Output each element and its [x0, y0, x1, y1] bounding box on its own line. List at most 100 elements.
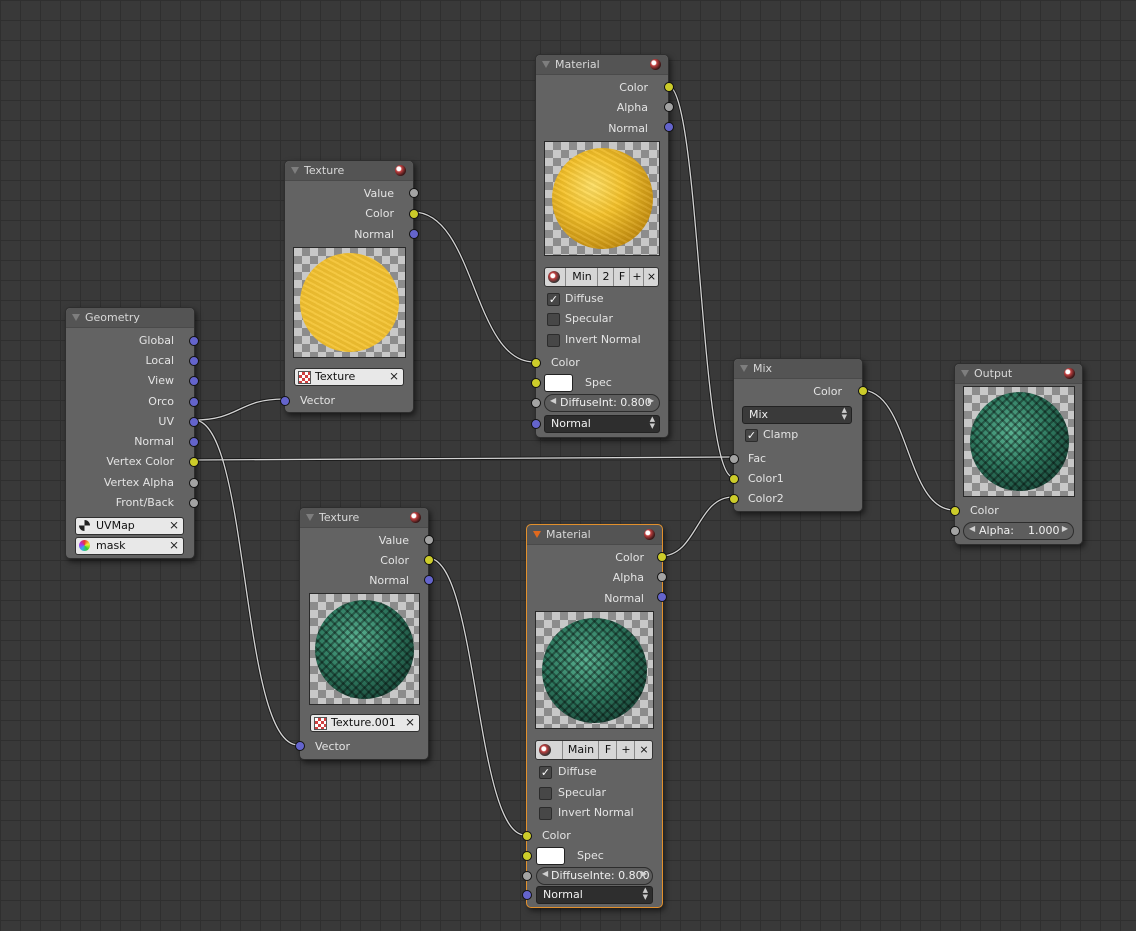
collapse-triangle-icon[interactable] [740, 365, 748, 372]
socket-front-back[interactable] [189, 498, 199, 508]
socket-alpha-input[interactable] [950, 526, 960, 536]
invert-normal-checkbox[interactable] [547, 334, 560, 347]
collapse-triangle-icon[interactable] [961, 370, 969, 377]
normal-dropdown[interactable]: Normal ▲ ▼ [544, 415, 660, 433]
output-label: Alpha [612, 571, 644, 584]
socket-vector-input[interactable] [295, 741, 305, 751]
socket-alpha[interactable] [664, 102, 674, 112]
socket-normal[interactable] [189, 437, 199, 447]
socket-color[interactable] [424, 555, 434, 565]
texture-node[interactable]: Texture Value Color Normal Texture ⨯ Vec… [280, 160, 419, 413]
socket-normal-input[interactable] [531, 419, 541, 429]
spec-color-swatch[interactable] [536, 847, 565, 865]
material-datablock-toolbar[interactable]: Main F + ⨯ [535, 740, 653, 760]
socket-fac-input[interactable] [729, 454, 739, 464]
socket-normal-input[interactable] [522, 890, 532, 900]
diffuse-intensity-field[interactable]: ◀ DiffuseInt: 0.800 ▶ [544, 394, 660, 412]
specular-checkbox[interactable] [539, 787, 552, 800]
node-preview-toggle-icon[interactable] [650, 59, 661, 70]
socket-color2-input[interactable] [729, 494, 739, 504]
socket-normal[interactable] [424, 575, 434, 585]
mix-node-header[interactable]: Mix [734, 359, 862, 379]
diffuse-intensity-field[interactable]: ◀ DiffuseInte: 0.800 ▶ [536, 867, 653, 885]
blend-mode-dropdown[interactable]: Mix ▲ ▼ [742, 406, 852, 424]
collapse-triangle-icon[interactable] [291, 167, 299, 174]
texture-node-2[interactable]: Texture Value Color Normal Texture.001 ⨯… [295, 507, 434, 760]
add-icon[interactable]: + [629, 268, 644, 286]
diffuse-checkbox[interactable]: ✓ [539, 766, 552, 779]
normal-dropdown[interactable]: Normal ▲ ▼ [536, 886, 653, 904]
socket-orco[interactable] [189, 397, 199, 407]
node-preview-toggle-icon[interactable] [410, 512, 421, 523]
material-node-header[interactable]: Material [527, 525, 662, 545]
node-preview-toggle-icon[interactable] [395, 165, 406, 176]
socket-view[interactable] [189, 376, 199, 386]
close-icon[interactable]: ⨯ [405, 715, 415, 729]
material-name[interactable]: Main [562, 741, 599, 759]
material-icon[interactable] [548, 271, 560, 283]
spec-color-swatch[interactable] [544, 374, 573, 392]
fake-user-button[interactable]: F [598, 741, 617, 759]
socket-diffuse-input[interactable] [522, 871, 532, 881]
geometry-node[interactable]: Geometry Global Local View Orco UV Norma… [65, 307, 199, 559]
socket-value[interactable] [424, 535, 434, 545]
close-icon[interactable]: ⨯ [634, 741, 653, 759]
socket-spec-input[interactable] [531, 378, 541, 388]
socket-vector-input[interactable] [280, 396, 290, 406]
uv-map-field[interactable]: UVMap ⨯ [75, 517, 184, 535]
close-icon[interactable]: ⨯ [169, 518, 179, 532]
node-preview-toggle-icon[interactable] [1064, 368, 1075, 379]
socket-normal[interactable] [664, 122, 674, 132]
texture-datablock-field[interactable]: Texture ⨯ [294, 368, 404, 386]
socket-normal[interactable] [657, 592, 667, 602]
diffuse-checkbox[interactable]: ✓ [547, 293, 560, 306]
texture-datablock-field[interactable]: Texture.001 ⨯ [310, 714, 420, 732]
texture-node-header[interactable]: Texture [285, 161, 413, 181]
socket-color-input[interactable] [522, 831, 532, 841]
socket-color[interactable] [858, 386, 868, 396]
clamp-checkbox[interactable]: ✓ [745, 429, 758, 442]
close-icon[interactable]: ⨯ [389, 369, 399, 383]
collapse-triangle-icon[interactable] [533, 531, 541, 538]
socket-spec-input[interactable] [522, 851, 532, 861]
socket-vertex-color[interactable] [189, 457, 199, 467]
socket-uv[interactable] [189, 417, 199, 427]
material-node[interactable]: Material Color Alpha Normal Min 2 F + ⨯ … [531, 54, 674, 438]
node-preview-toggle-icon[interactable] [644, 529, 655, 540]
socket-vertex-alpha[interactable] [189, 478, 199, 488]
vertex-color-field[interactable]: mask ⨯ [75, 537, 184, 555]
socket-color[interactable] [409, 209, 419, 219]
mix-node[interactable]: Mix Color Mix ▲ ▼ ✓ Clamp Fac Color1 Colo… [729, 358, 868, 512]
collapse-triangle-icon[interactable] [306, 514, 314, 521]
socket-local[interactable] [189, 356, 199, 366]
texture-node-header[interactable]: Texture [300, 508, 428, 528]
socket-color-input[interactable] [531, 358, 541, 368]
material-node-header[interactable]: Material [536, 55, 668, 75]
user-count[interactable]: 2 [597, 268, 614, 286]
socket-normal[interactable] [409, 229, 419, 239]
socket-value[interactable] [409, 188, 419, 198]
geometry-node-header[interactable]: Geometry [66, 308, 194, 328]
output-node-header[interactable]: Output [955, 364, 1082, 384]
add-icon[interactable]: + [616, 741, 635, 759]
close-icon[interactable]: ⨯ [169, 538, 179, 552]
collapse-triangle-icon[interactable] [72, 314, 80, 321]
socket-alpha[interactable] [657, 572, 667, 582]
material-node-active[interactable]: Material Color Alpha Normal Main F + ⨯ ✓… [522, 524, 667, 908]
alpha-field[interactable]: ◀ Alpha: 1.000 ▶ [963, 522, 1074, 540]
fake-user-button[interactable]: F [613, 268, 630, 286]
material-name[interactable]: Min [565, 268, 598, 286]
close-icon[interactable]: ⨯ [643, 268, 659, 286]
collapse-triangle-icon[interactable] [542, 61, 550, 68]
invert-normal-checkbox[interactable] [539, 807, 552, 820]
material-datablock-toolbar[interactable]: Min 2 F + ⨯ [544, 267, 659, 287]
specular-checkbox[interactable] [547, 313, 560, 326]
socket-color[interactable] [657, 552, 667, 562]
socket-color1-input[interactable] [729, 474, 739, 484]
socket-diffuse-input[interactable] [531, 398, 541, 408]
output-node[interactable]: Output Color ◀ Alpha: 1.000 ▶ [950, 363, 1083, 545]
socket-global[interactable] [189, 336, 199, 346]
material-icon[interactable] [539, 744, 551, 756]
socket-color-input[interactable] [950, 506, 960, 516]
socket-color[interactable] [664, 82, 674, 92]
